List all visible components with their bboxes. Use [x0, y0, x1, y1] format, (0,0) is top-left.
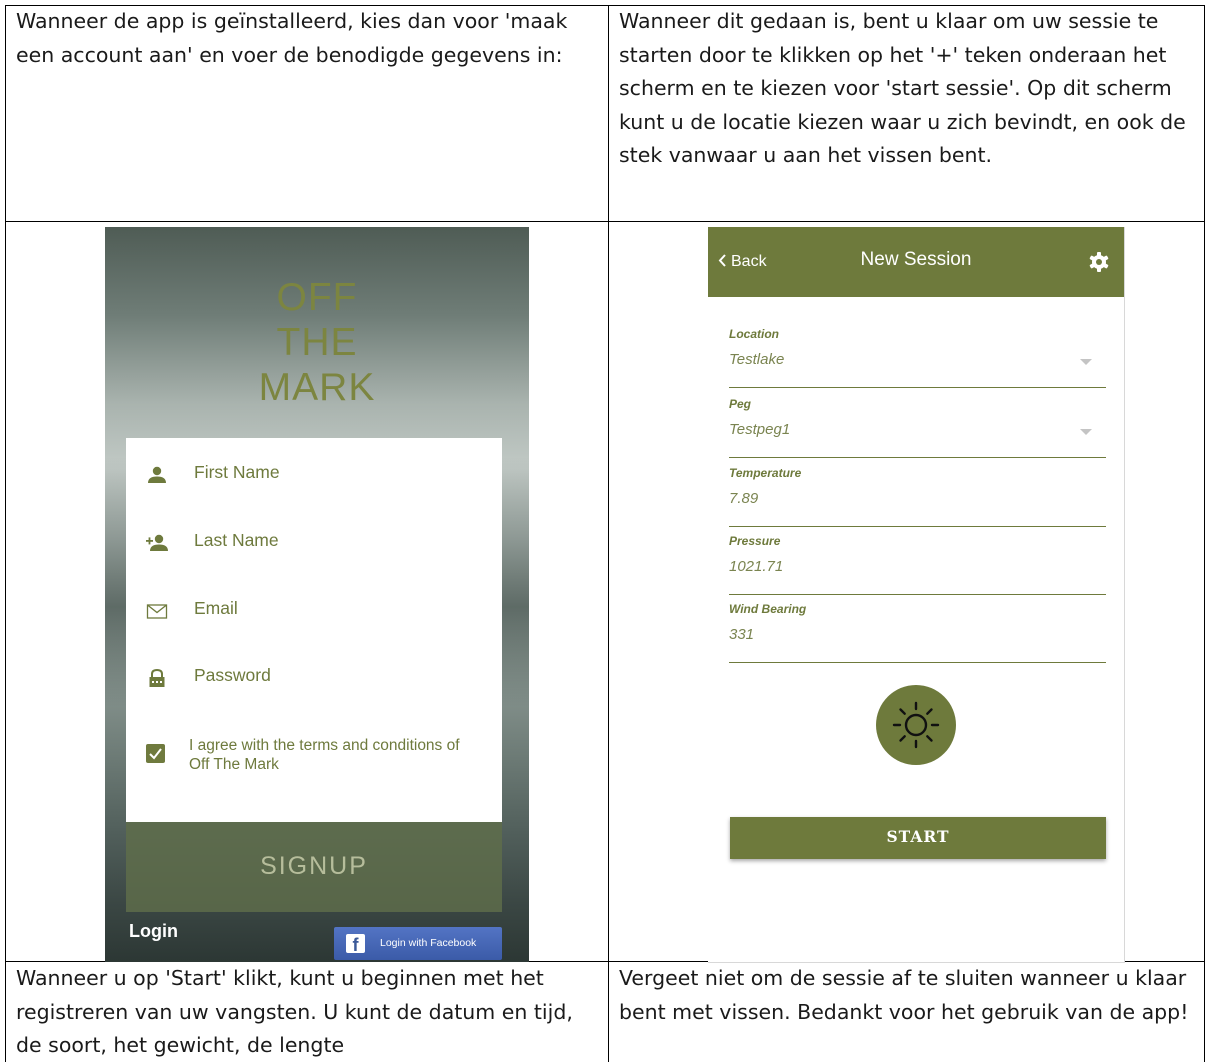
signup-screenshot: OFF THE MARK First Name Last Name Email … [105, 227, 529, 962]
facebook-icon: f [346, 934, 365, 953]
session-header: Back New Session [708, 227, 1124, 297]
login-link[interactable]: Login [129, 921, 178, 942]
start-button[interactable]: START [730, 817, 1106, 859]
temperature-field[interactable]: Temperature 7.89 [729, 466, 1106, 527]
cell-top-left-text: Wanneer de app is geïnstalleerd, kies da… [16, 9, 568, 67]
first-name-field[interactable]: First Name [126, 454, 502, 494]
location-select[interactable]: Location Testlake [729, 327, 1106, 388]
signup-button-label: SIGNUP [260, 852, 368, 880]
peg-value: Testpeg1 [729, 421, 791, 438]
dropdown-caret-icon [1080, 359, 1092, 365]
document-table: Wanneer de app is geïnstalleerd, kies da… [5, 5, 1205, 1062]
last-name-label: Last Name [194, 530, 279, 550]
checkmark-icon [149, 748, 162, 760]
terms-label: I agree with the terms and conditions of… [189, 737, 460, 773]
location-label: Location [729, 327, 779, 341]
email-label: Email [194, 598, 238, 618]
facebook-login-button[interactable]: f Login with Facebook [334, 927, 502, 960]
signup-button[interactable]: SIGNUP [126, 822, 502, 912]
wind-bearing-label: Wind Bearing [729, 602, 807, 616]
temperature-label: Temperature [729, 466, 802, 480]
cell-bottom-left-text: Wanneer u op 'Start' klikt, kunt u begin… [16, 966, 573, 1057]
weather-button[interactable] [876, 685, 956, 765]
signup-form: First Name Last Name Email Password I ag… [126, 438, 502, 822]
sun-icon [892, 701, 940, 749]
terms-checkbox[interactable] [146, 744, 165, 763]
password-label: Password [194, 665, 271, 685]
last-name-field[interactable]: Last Name [126, 522, 502, 562]
new-session-screenshot: Back New Session Location Testlake Peg T… [708, 227, 1125, 963]
wind-bearing-field[interactable]: Wind Bearing 331 [729, 602, 1106, 663]
add-person-icon [146, 534, 168, 551]
pressure-field[interactable]: Pressure 1021.71 [729, 534, 1106, 595]
peg-label: Peg [729, 397, 752, 411]
temperature-value: 7.89 [729, 490, 759, 507]
facebook-login-label: Login with Facebook [380, 937, 477, 949]
table-border-left [5, 5, 6, 1062]
location-value: Testlake [729, 351, 785, 368]
wind-bearing-value: 331 [729, 626, 755, 643]
brand-logo-line3: MARK [258, 366, 376, 409]
brand-logo-line1: OFF [276, 276, 358, 319]
password-field[interactable]: Password [126, 657, 502, 697]
table-column-divider [608, 5, 609, 1062]
email-field[interactable]: Email [126, 590, 502, 630]
dropdown-caret-icon [1080, 429, 1092, 435]
envelope-icon [146, 604, 168, 619]
peg-select[interactable]: Peg Testpeg1 [729, 397, 1106, 458]
person-icon [148, 466, 166, 483]
table-border-right [1204, 5, 1205, 1062]
first-name-label: First Name [194, 462, 280, 482]
page-title: New Session [860, 249, 972, 270]
start-button-label: START [886, 827, 950, 846]
pressure-label: Pressure [729, 534, 781, 548]
table-row-divider [5, 221, 1205, 222]
pressure-value: 1021.71 [729, 558, 784, 575]
brand-logo-line2: THE [276, 321, 358, 364]
cell-top-right-text: Wanneer dit gedaan is, bent u klaar om u… [619, 9, 1186, 167]
cell-bottom-right-text: Vergeet niet om de sessie af te sluiten … [619, 966, 1189, 1024]
gear-icon[interactable] [1088, 251, 1110, 273]
lock-icon [149, 668, 165, 687]
